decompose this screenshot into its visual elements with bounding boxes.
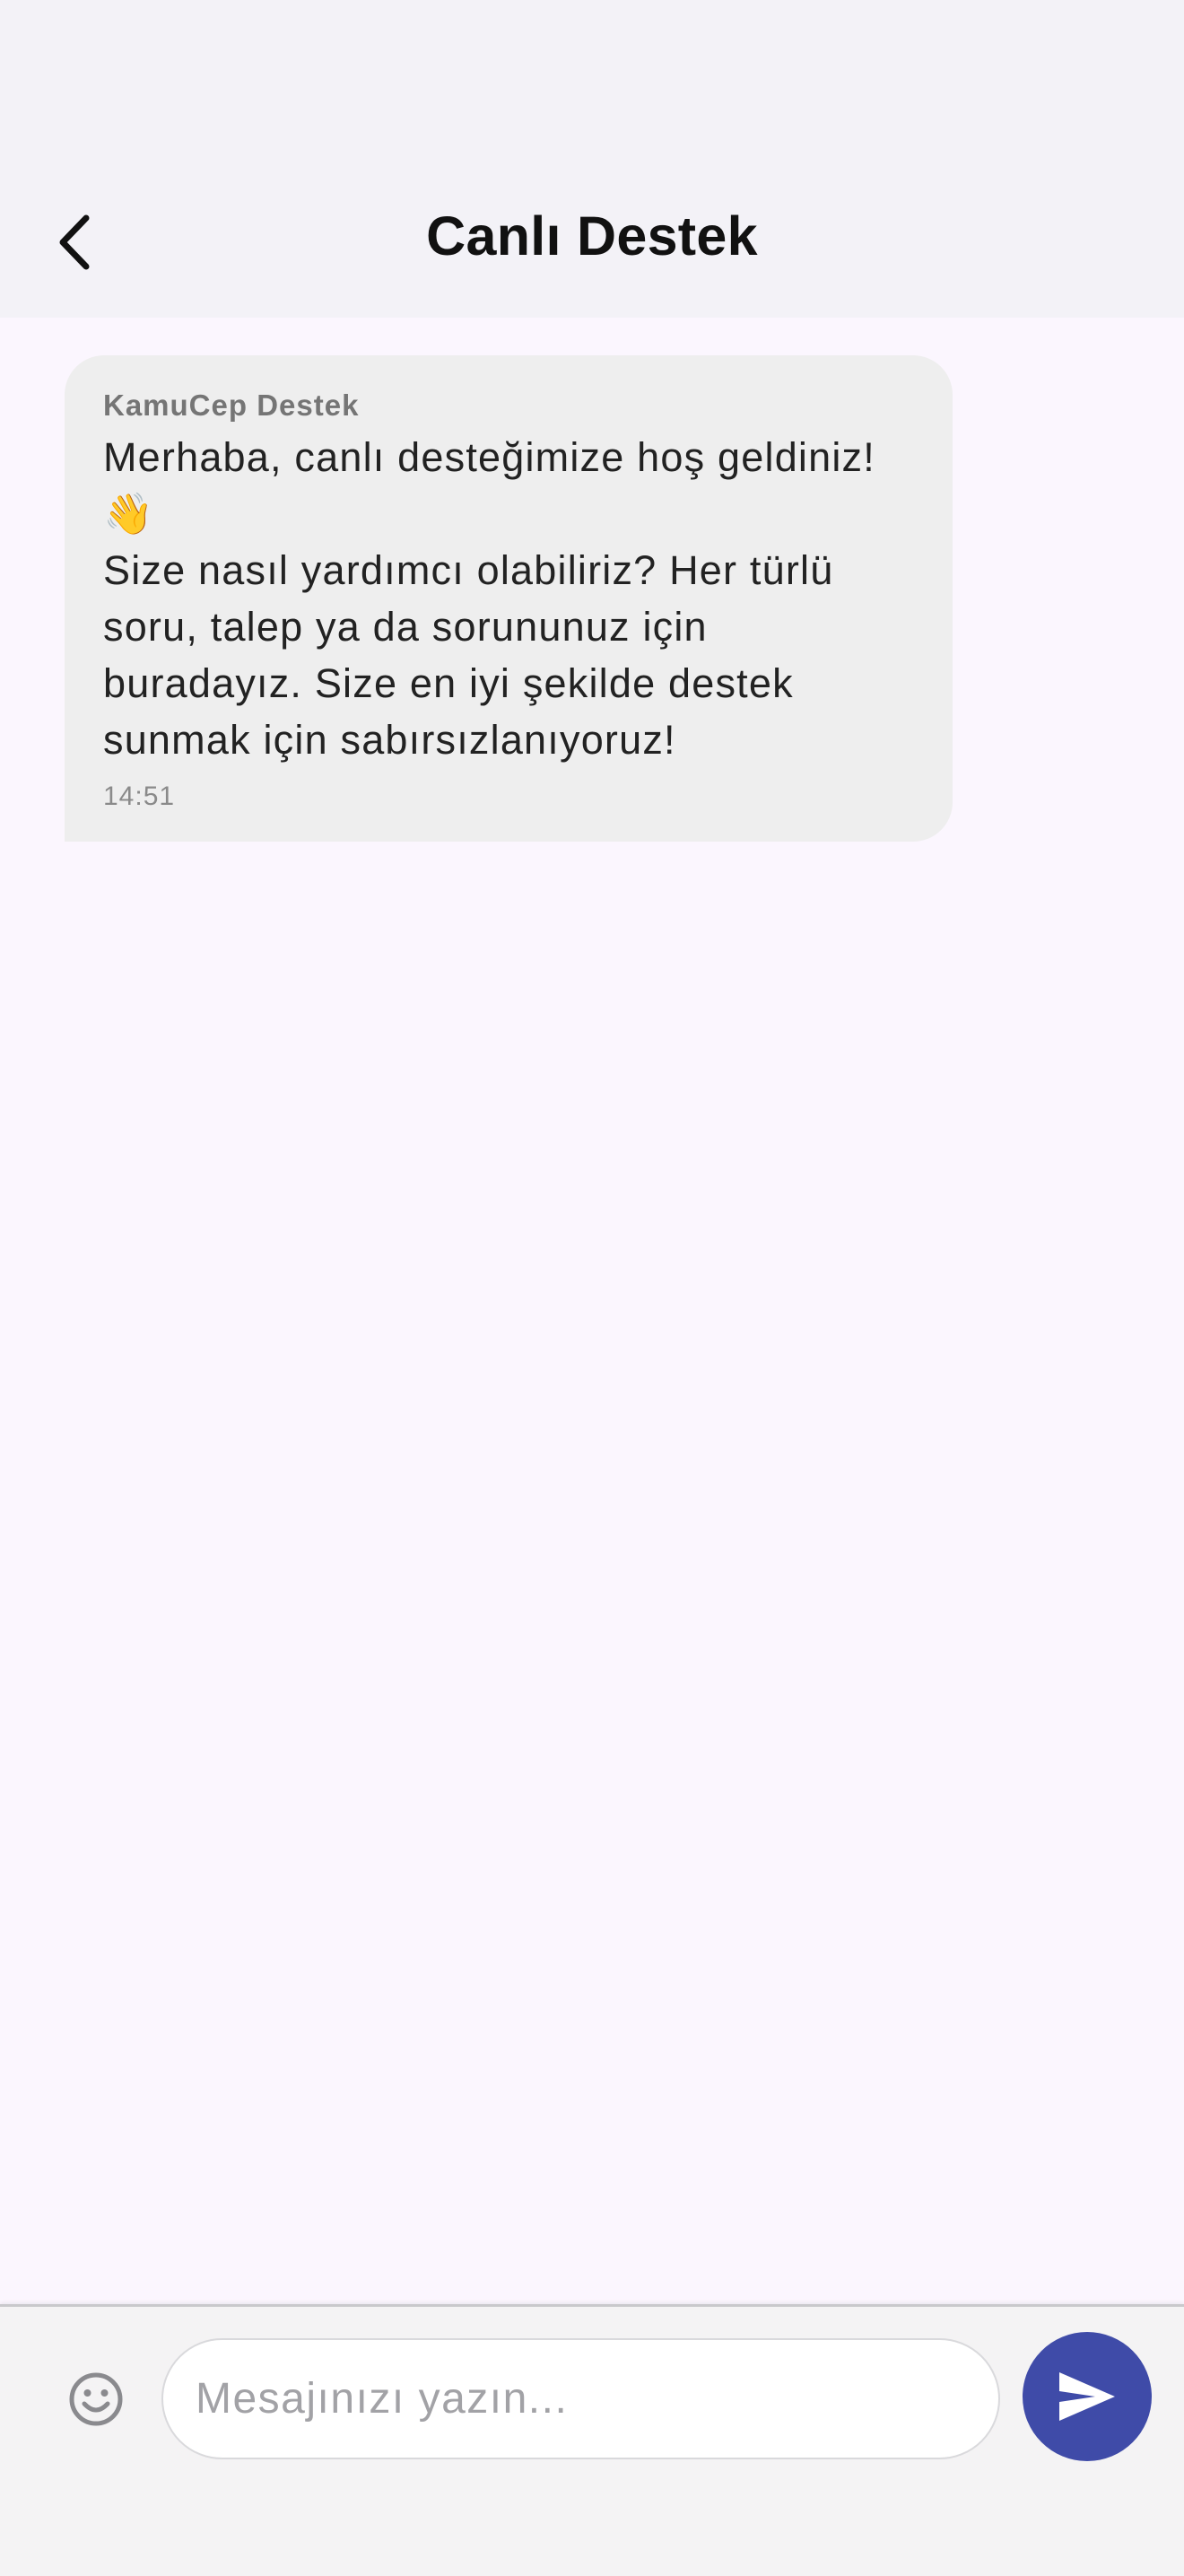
message-text: Merhaba, canlı desteğimize hoş geldiniz!… — [103, 434, 875, 763]
message-composer — [0, 2304, 1184, 2576]
smiley-icon — [69, 2372, 123, 2426]
navigation-bar: Canlı Destek — [0, 179, 1184, 318]
send-icon — [1059, 2372, 1115, 2421]
message-input[interactable] — [161, 2338, 1000, 2459]
message-sender-name: KamuCep Destek — [103, 389, 360, 422]
chat-message-list[interactable]: KamuCep Destek Merhaba, canlı desteğimiz… — [0, 318, 1184, 2304]
send-button[interactable] — [1023, 2332, 1152, 2461]
emoji-button[interactable] — [65, 2368, 127, 2431]
status-bar — [0, 0, 1184, 179]
incoming-message-bubble[interactable]: KamuCep Destek Merhaba, canlı desteğimiz… — [65, 355, 953, 842]
page-title: Canlı Destek — [426, 205, 758, 266]
message-timestamp: 14:51 — [103, 782, 176, 811]
